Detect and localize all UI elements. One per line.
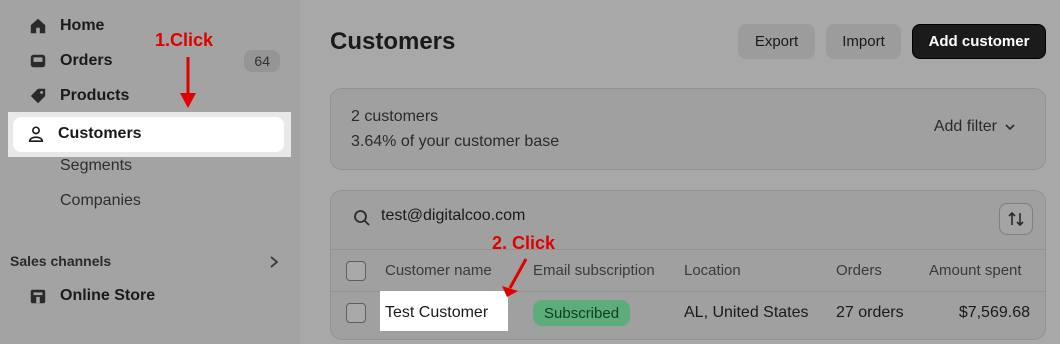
sidebar-item-online-store[interactable]: Online Store [12,280,288,312]
export-button[interactable]: Export [738,24,815,59]
sidebar-item-segments[interactable]: Segments [60,157,132,175]
percent-value: 3.64% [351,133,397,150]
sales-channels-heading: Sales channels [10,253,112,269]
sidebar: Home Orders 64 Products Customers Segmen… [0,0,300,344]
customers-table-card: test@digitalcoo.com Customer name Email … [330,190,1046,340]
column-customer-name[interactable]: Customer name [385,262,492,279]
percent-suffix: of your customer base [396,133,560,150]
sidebar-item-home[interactable]: Home [12,10,288,42]
home-icon [28,16,48,36]
column-amount-spent[interactable]: Amount spent [929,262,1022,279]
row-checkbox[interactable] [346,303,366,323]
orders-count-badge: 64 [244,50,280,72]
add-filter-button[interactable]: Add filter [934,118,1017,136]
chevron-right-icon[interactable] [266,254,282,270]
sidebar-item-label: Customers [58,125,142,142]
annotation-step2: 2. Click [492,233,556,253]
main-content: Customers Export Import Add customer 2 c… [300,0,1060,344]
customer-name-link[interactable]: Test Customer [385,304,488,322]
divider [331,249,1045,250]
search-icon [354,210,370,226]
customer-base-percent: 3.64% of your customer base [351,133,559,151]
sidebar-item-customers[interactable]: Customers [10,118,286,150]
select-all-checkbox[interactable] [346,261,366,281]
sidebar-item-products[interactable]: Products [12,80,288,112]
customer-count: 2 customers [351,108,439,125]
sort-icon [1008,211,1024,227]
tag-icon [28,86,48,106]
customer-location: AL, United States [684,304,809,321]
customer-amount-spent: $7,569.68 [958,304,1030,321]
sidebar-item-label: Online Store [60,287,156,304]
column-orders[interactable]: Orders [836,262,882,279]
add-filter-label: Add filter [933,118,997,135]
sort-button[interactable] [999,203,1033,235]
customer-summary-card: 2 customers 3.64% of your customer base … [330,88,1046,170]
page-title: Customers [330,28,456,55]
annotation-arrow-down-icon [180,57,196,108]
sidebar-item-label: Home [60,17,105,34]
sidebar-item-companies[interactable]: Companies [60,192,141,210]
sidebar-item-orders[interactable]: Orders 64 [12,45,288,77]
person-icon [26,124,46,144]
column-location[interactable]: Location [684,262,741,279]
sidebar-item-label: Orders [60,52,113,69]
chevron-down-icon [1005,124,1015,131]
subscription-status-badge: Subscribed [533,300,631,326]
annotation-step1: 1.Click [155,30,214,50]
customer-orders: 27 orders [836,304,904,321]
search-bar[interactable]: test@digitalcoo.com [331,191,1045,243]
add-customer-button[interactable]: Add customer [912,24,1046,59]
sidebar-item-label: Products [60,87,130,104]
store-icon [28,286,48,306]
column-email-subscription[interactable]: Email subscription [533,262,655,279]
import-button[interactable]: Import [826,24,901,59]
search-input[interactable]: test@digitalcoo.com [381,207,525,225]
inbox-icon [28,51,48,71]
annotation-arrow-icon [502,258,528,297]
